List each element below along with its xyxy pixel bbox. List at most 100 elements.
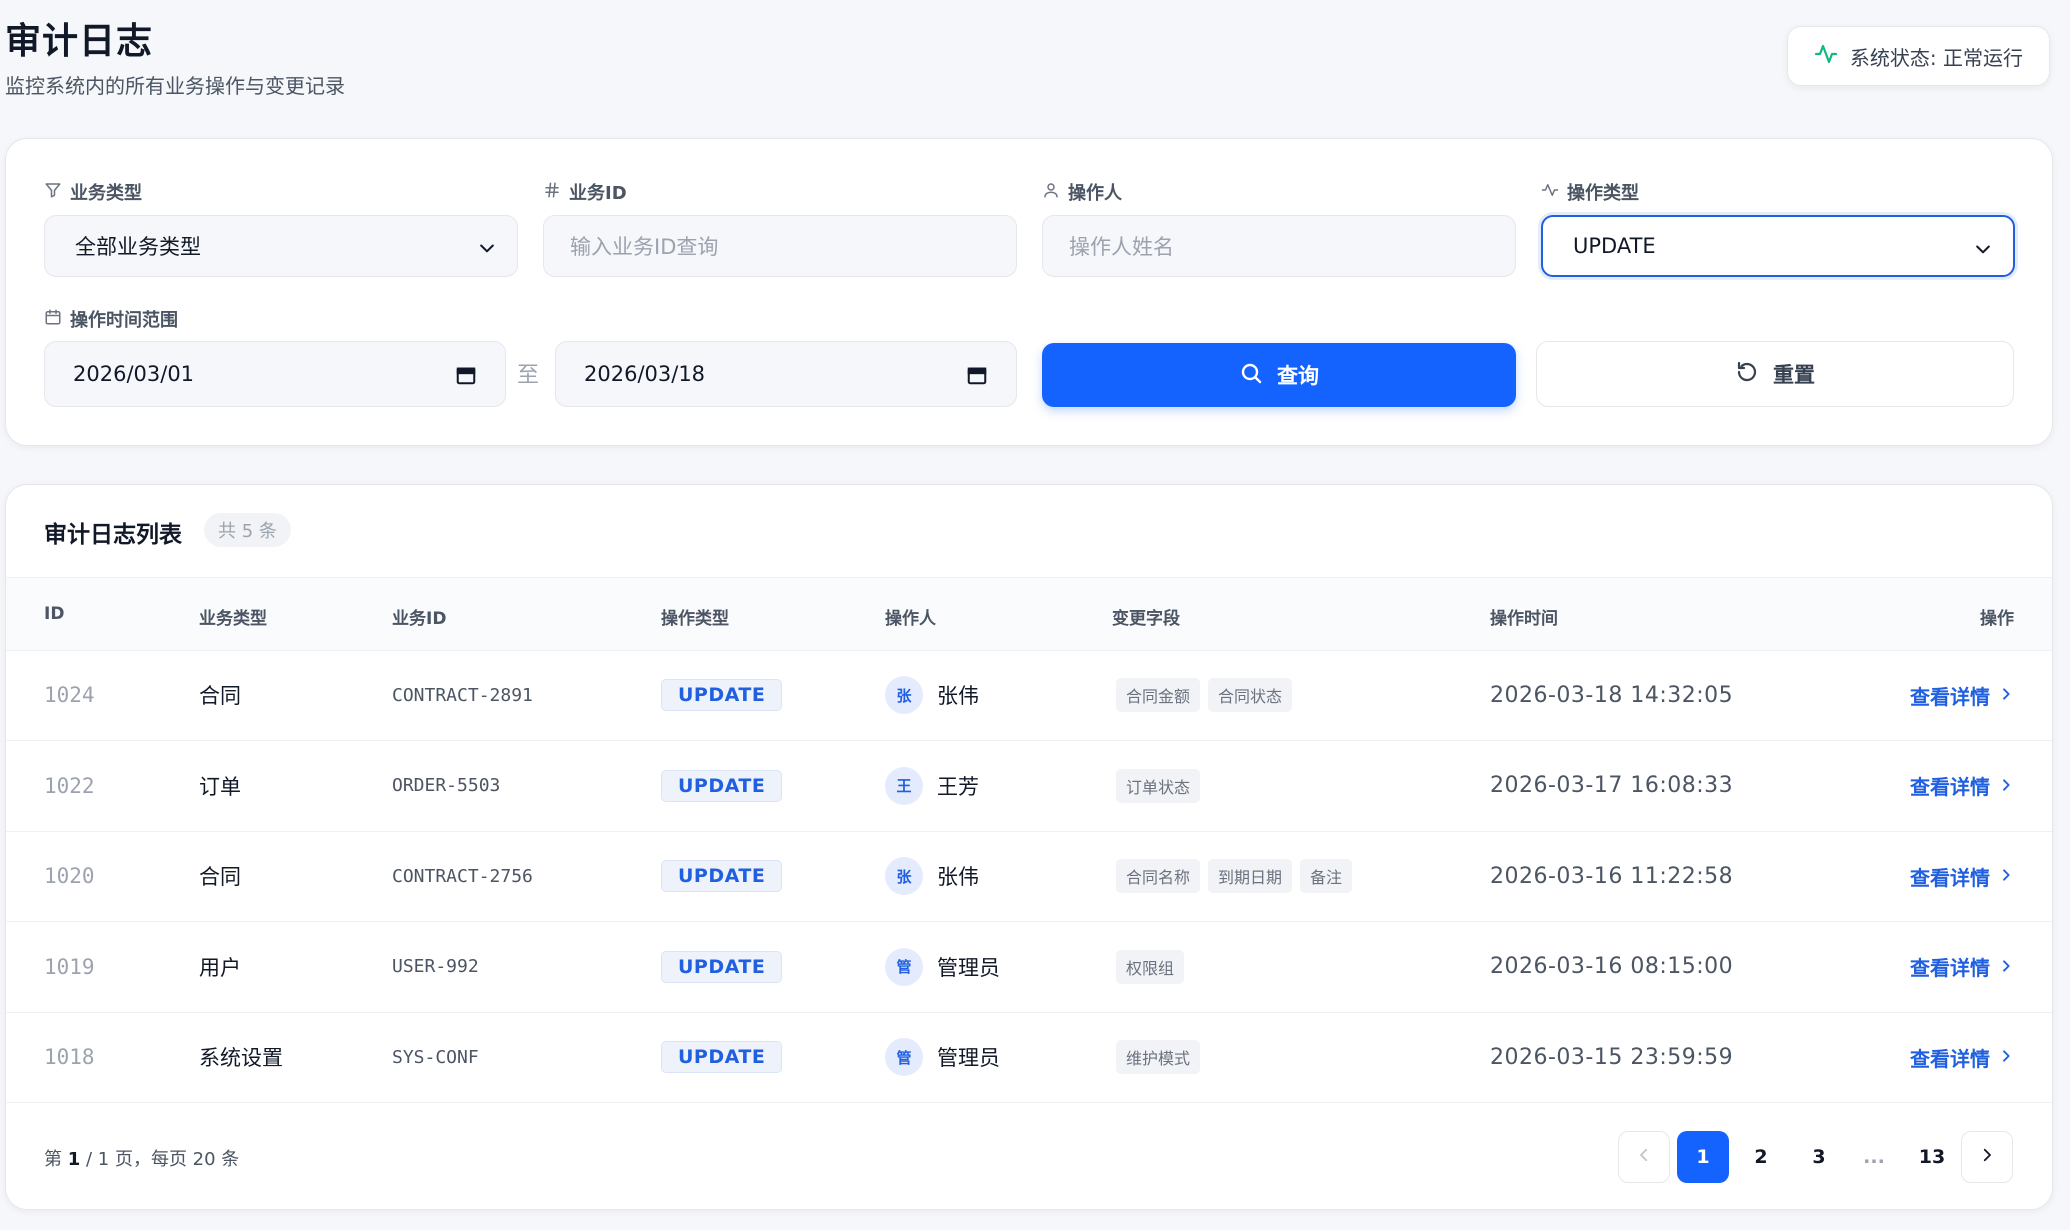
column-header: ID [44, 604, 65, 624]
calendar-icon[interactable] [966, 364, 988, 391]
page-button[interactable]: 1 [1677, 1131, 1729, 1183]
end-date-input[interactable]: 2026/03/18 [555, 341, 1017, 407]
next-page-button[interactable] [1961, 1131, 2013, 1183]
table-row: 1019 用户 USER-992 UPDATE 管管理员 权限组 2026-03-16 08… [6, 922, 2052, 1013]
changed-fields: 合同名称 到期日期 备注 [1116, 831, 1360, 921]
operator-name: 张伟 [937, 865, 979, 889]
operator-cell: 王王芳 [885, 741, 979, 831]
date-separator: 至 [517, 363, 540, 388]
table-row: 1022 订单 ORDER-5503 UPDATE 王王芳 订单状态 2026-03-17 … [6, 741, 2052, 832]
business-type: 合同 [199, 865, 241, 889]
business-id: CONTRACT-2891 [392, 684, 533, 706]
log-id: 1024 [44, 683, 95, 707]
view-details-label: 查看详情 [1910, 684, 1990, 709]
view-details-link[interactable]: 查看详情 [1910, 650, 2014, 740]
business-type: 系统设置 [199, 1046, 283, 1070]
avatar: 管 [885, 947, 923, 986]
chevron-right-icon [1998, 1045, 2014, 1069]
search-icon [1239, 361, 1263, 390]
changed-fields: 订单状态 [1116, 741, 1208, 831]
chevron-right-icon [1998, 955, 2014, 979]
list-title: 审计日志列表 [44, 522, 182, 548]
business-id: USER-992 [392, 956, 479, 977]
pulse-icon [1541, 181, 1559, 204]
view-details-link[interactable]: 查看详情 [1910, 741, 2014, 831]
calendar-icon[interactable] [455, 364, 477, 391]
start-date-input[interactable]: 2026/03/01 [44, 341, 506, 407]
page-button[interactable]: 3 [1793, 1131, 1845, 1183]
avatar: 王 [885, 766, 923, 805]
business-id: SYS-CONF [392, 1046, 479, 1068]
operation-type-badge: UPDATE [661, 860, 783, 892]
operator-label: 操作人 [1042, 179, 1122, 205]
changed-field-tag: 备注 [1300, 859, 1353, 893]
operator-name: 管理员 [937, 1046, 1000, 1070]
operator-input[interactable]: 操作人姓名 [1042, 215, 1516, 277]
changed-field-tag: 订单状态 [1116, 768, 1201, 803]
business-type-select[interactable]: 全部业务类型 [44, 215, 518, 277]
view-details-link[interactable]: 查看详情 [1910, 1012, 2014, 1102]
operation-type-select[interactable]: UPDATE [1541, 215, 2015, 277]
user-icon [1042, 181, 1060, 204]
changed-field-tag: 合同名称 [1116, 859, 1201, 893]
search-button-label: 查询 [1277, 364, 1319, 388]
operation-type-badge: UPDATE [661, 1041, 783, 1073]
view-details-link[interactable]: 查看详情 [1910, 922, 2014, 1012]
end-date-value: 2026/03/18 [584, 362, 706, 386]
pagination-info: 第 1 / 1 页，每页 20 条 [44, 1149, 240, 1170]
calendar-icon [44, 308, 62, 331]
changed-fields: 维护模式 [1116, 1012, 1208, 1102]
page-button[interactable]: 13 [1906, 1131, 1958, 1183]
table-row: 1024 合同 CONTRACT-2891 UPDATE 张张伟 合同金额 合同状态 2026… [6, 650, 2052, 741]
log-id: 1019 [44, 954, 95, 979]
changed-field-tag: 到期日期 [1208, 859, 1293, 893]
operator-cell: 管管理员 [885, 922, 1000, 1012]
column-header: 操作类型 [661, 609, 729, 629]
operation-type-cell: UPDATE [661, 831, 783, 921]
business-id-input[interactable]: 输入业务ID查询 [543, 215, 1017, 277]
refresh-icon [1735, 360, 1759, 389]
view-details-label: 查看详情 [1910, 775, 1990, 799]
chevron-down-icon [1973, 239, 1993, 264]
audit-log-list: 审计日志列表 共 5 条 ID 业务类型 业务ID 操作类型 操作人 变更字段 … [5, 484, 2053, 1210]
hash-icon [543, 181, 561, 204]
business-type-label: 业务类型 [44, 179, 142, 205]
operation-type-cell: UPDATE [661, 650, 783, 740]
page-ellipsis: ... [1863, 1146, 1885, 1168]
column-header: 操作时间 [1490, 609, 1558, 629]
operation-type-label: 操作类型 [1541, 179, 1639, 205]
operation-time: 2026-03-15 23:59:59 [1490, 1044, 1734, 1070]
business-type: 合同 [199, 684, 241, 708]
chevron-right-icon [1978, 1146, 1996, 1169]
avatar: 管 [885, 1038, 923, 1076]
operator-name: 张伟 [937, 684, 979, 708]
operation-type-cell: UPDATE [661, 922, 783, 1012]
changed-fields: 合同金额 合同状态 [1116, 650, 1300, 740]
changed-field-tag: 合同金额 [1116, 678, 1201, 712]
page-button[interactable]: 2 [1735, 1131, 1787, 1183]
reset-button-label: 重置 [1773, 363, 1815, 387]
chevron-right-icon [1998, 683, 2014, 707]
chevron-right-icon [1998, 864, 2014, 888]
business-id: ORDER-5503 [392, 775, 501, 796]
avatar: 张 [885, 857, 923, 895]
reset-button[interactable]: 重置 [1536, 341, 2014, 407]
view-details-label: 查看详情 [1910, 1046, 1990, 1071]
search-button[interactable]: 查询 [1042, 343, 1516, 407]
filter-icon [44, 181, 62, 204]
operator-name: 管理员 [937, 955, 1000, 980]
chevron-down-icon [477, 238, 497, 263]
prev-page-button[interactable] [1618, 1131, 1670, 1183]
view-details-link[interactable]: 查看详情 [1910, 831, 2014, 921]
column-header: 业务类型 [199, 609, 267, 629]
system-status-badge: 系统状态: 正常运行 [1786, 26, 2050, 86]
log-id: 1020 [44, 864, 95, 888]
column-header: 业务ID [392, 609, 447, 629]
changed-field-tag: 维护模式 [1116, 1040, 1201, 1074]
changed-field-tag: 权限组 [1116, 949, 1185, 984]
view-details-label: 查看详情 [1910, 956, 1990, 980]
table-row: 1020 合同 CONTRACT-2756 UPDATE 张张伟 合同名称 到期日期 备注 20… [6, 831, 2052, 922]
start-date-value: 2026/03/01 [73, 362, 195, 386]
operation-time: 2026-03-16 11:22:58 [1490, 863, 1734, 889]
time-range-label: 操作时间范围 [44, 306, 178, 332]
